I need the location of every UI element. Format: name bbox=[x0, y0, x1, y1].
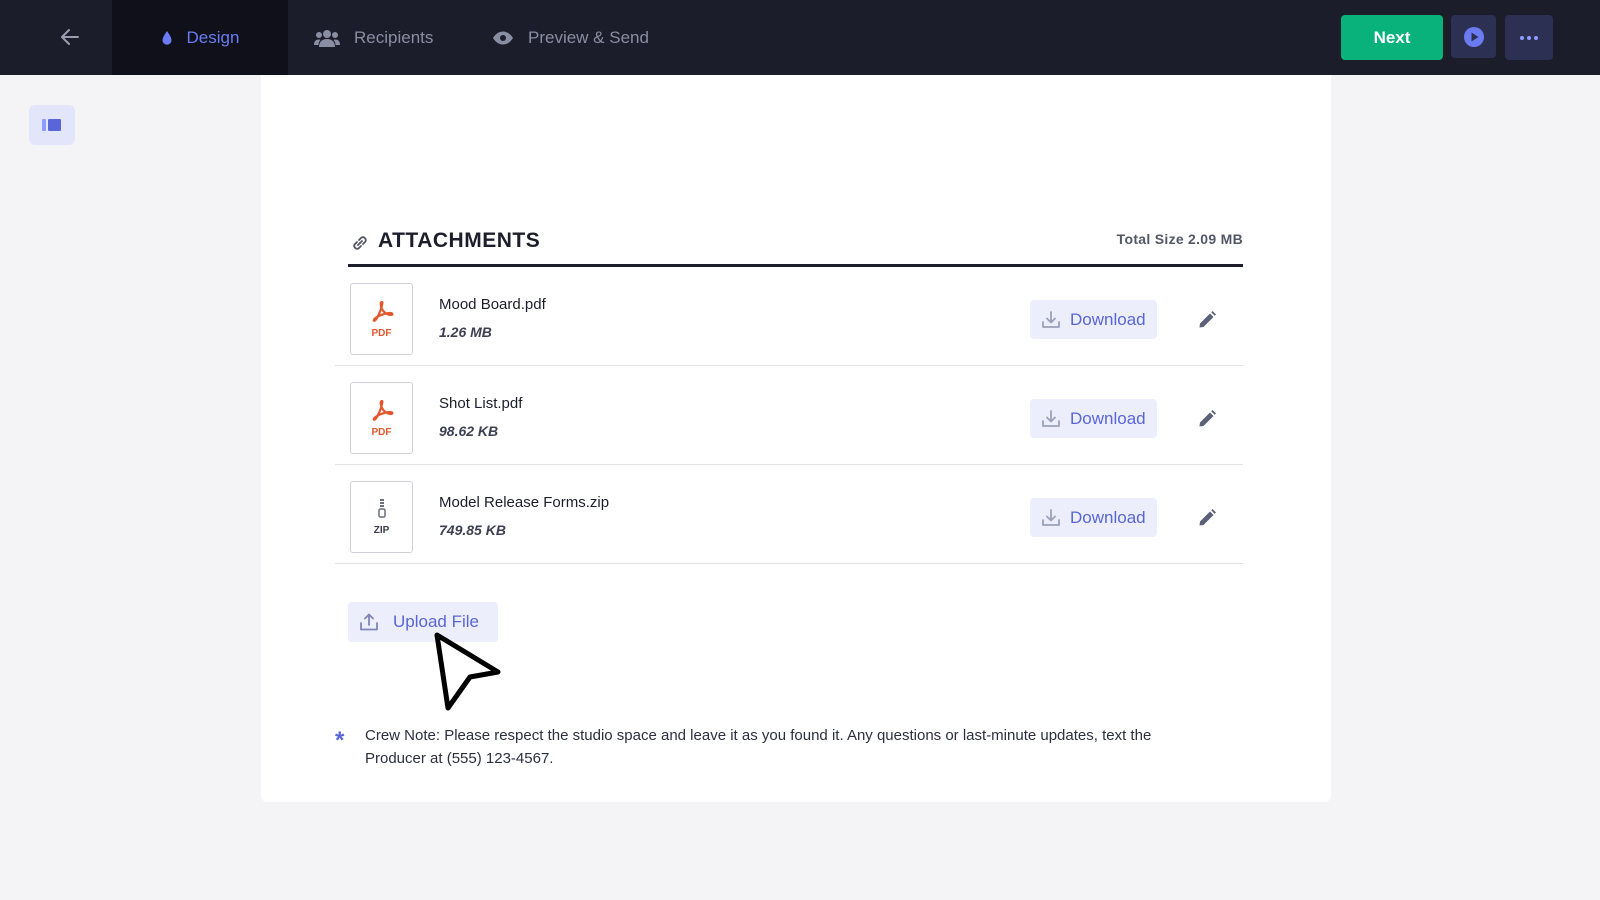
arrow-left-icon bbox=[61, 29, 79, 45]
tab-design-label: Design bbox=[186, 27, 240, 47]
edit-file-button[interactable] bbox=[1192, 404, 1222, 434]
tab-preview-label: Preview & Send bbox=[528, 27, 649, 47]
download-label: Download bbox=[1070, 507, 1146, 527]
total-size-label: Total Size bbox=[1116, 231, 1184, 247]
edit-file-button[interactable] bbox=[1192, 503, 1222, 533]
acrobat-pdf-icon bbox=[372, 399, 393, 421]
file-size: 749.85 KB bbox=[439, 522, 506, 538]
tab-recipients-label: Recipients bbox=[354, 27, 434, 47]
sidebar-panel-icon bbox=[42, 119, 61, 131]
attachments-title: ATTACHMENTS bbox=[378, 229, 541, 252]
pencil-icon bbox=[1199, 509, 1216, 526]
file-type-label: ZIP bbox=[373, 524, 390, 536]
pencil-icon bbox=[1199, 311, 1216, 328]
download-icon bbox=[1041, 508, 1061, 528]
ellipsis-icon bbox=[1520, 35, 1538, 40]
file-size: 1.26 MB bbox=[439, 324, 492, 340]
file-name: Mood Board.pdf bbox=[439, 296, 546, 313]
file-thumbnail: PDF bbox=[350, 283, 413, 355]
attachment-row: ZIP Model Release Forms.zip 749.85 KB Do… bbox=[335, 465, 1243, 564]
crew-note-text: Crew Note: Please respect the studio spa… bbox=[365, 727, 1152, 767]
edit-file-button[interactable] bbox=[1192, 305, 1222, 335]
download-icon bbox=[1041, 310, 1061, 330]
file-type-label: PDF bbox=[371, 426, 392, 438]
file-name: Shot List.pdf bbox=[439, 395, 523, 412]
play-icon bbox=[1463, 26, 1484, 47]
attachment-row: PDF Shot List.pdf 98.62 KB Download bbox=[335, 366, 1243, 465]
file-thumbnail: ZIP bbox=[350, 481, 413, 553]
link-icon bbox=[350, 233, 370, 258]
play-button[interactable] bbox=[1451, 15, 1496, 58]
mouse-pointer-icon bbox=[434, 632, 501, 711]
upload-file-label: Upload File bbox=[393, 612, 479, 631]
email-content-card: ATTACHMENTS Total Size 2.09 MB PDF Mood B… bbox=[261, 75, 1331, 802]
upload-icon bbox=[359, 612, 379, 632]
tab-recipients[interactable]: Recipients bbox=[314, 0, 433, 75]
file-type-label: PDF bbox=[371, 327, 392, 339]
download-button[interactable]: Download bbox=[1030, 300, 1157, 339]
download-icon bbox=[1041, 409, 1061, 429]
top-nav-bar: Design Recipients Preview & Send Next bbox=[0, 0, 1600, 75]
sidebar-toggle-button[interactable] bbox=[29, 105, 75, 145]
attachment-row: PDF Mood Board.pdf 1.26 MB Download bbox=[335, 267, 1243, 366]
download-button[interactable]: Download bbox=[1030, 399, 1157, 438]
back-button[interactable] bbox=[44, 14, 96, 60]
download-label: Download bbox=[1070, 309, 1146, 329]
pencil-icon bbox=[1199, 410, 1216, 427]
total-size: Total Size 2.09 MB bbox=[1117, 231, 1243, 247]
next-button[interactable]: Next bbox=[1341, 15, 1443, 60]
note-asterisk: * bbox=[335, 727, 345, 754]
file-name: Model Release Forms.zip bbox=[439, 494, 610, 511]
zip-archive-icon bbox=[377, 498, 386, 518]
download-button[interactable]: Download bbox=[1030, 498, 1157, 537]
people-icon bbox=[314, 29, 340, 47]
tab-design[interactable]: Design bbox=[112, 0, 288, 75]
file-thumbnail: PDF bbox=[350, 382, 413, 454]
acrobat-pdf-icon bbox=[372, 300, 393, 322]
total-size-value: 2.09 MB bbox=[1187, 231, 1243, 247]
tab-preview-send[interactable]: Preview & Send bbox=[492, 0, 649, 75]
eye-icon bbox=[492, 31, 514, 45]
download-label: Download bbox=[1070, 408, 1146, 428]
droplet-icon bbox=[161, 30, 173, 46]
more-options-button[interactable] bbox=[1505, 15, 1553, 60]
file-size: 98.62 KB bbox=[439, 423, 499, 439]
attachments-header: ATTACHMENTS Total Size 2.09 MB bbox=[348, 225, 1243, 265]
